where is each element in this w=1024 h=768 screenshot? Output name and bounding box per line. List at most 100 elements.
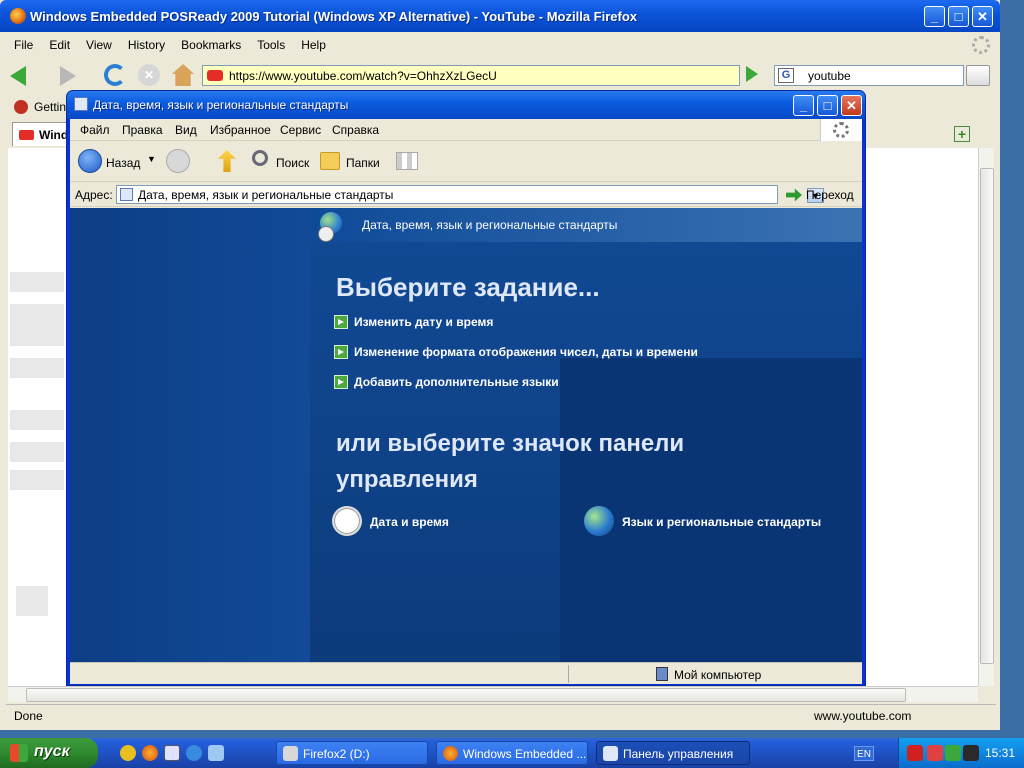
tray-icon[interactable] <box>963 745 979 761</box>
url-text: https://www.youtube.com/watch?v=OhhzXzLG… <box>229 69 497 83</box>
explorer-status-bar: Мой компьютер <box>70 662 862 684</box>
back-icon[interactable] <box>78 149 102 173</box>
menu-tools[interactable]: Tools <box>249 34 293 56</box>
horizontal-scrollbar[interactable] <box>8 686 978 702</box>
firefox-icon[interactable] <box>142 745 158 761</box>
page-graphic <box>10 304 64 346</box>
ie-icon[interactable] <box>186 745 202 761</box>
views-icon[interactable] <box>396 152 418 170</box>
google-icon[interactable]: G <box>778 68 794 83</box>
minimize-icon[interactable]: _ <box>924 6 945 27</box>
folder-up-icon[interactable] <box>218 150 236 172</box>
go-icon[interactable] <box>786 188 802 202</box>
folders-icon[interactable] <box>320 152 340 170</box>
control-panel-icon <box>603 746 618 761</box>
chevron-down-icon[interactable]: ▼ <box>147 154 156 164</box>
arrow-icon <box>334 345 348 359</box>
start-label: пуск <box>34 743 70 760</box>
vertical-scrollbar[interactable] <box>978 148 994 686</box>
antivirus-icon[interactable] <box>907 745 923 761</box>
menu-edit[interactable]: Правка <box>122 123 163 137</box>
folders-button-label[interactable]: Папки <box>346 156 380 170</box>
taskbar-button-label: Firefox2 (D:) <box>303 747 370 761</box>
loading-icon <box>833 122 849 138</box>
page-graphic <box>10 410 64 430</box>
menu-bookmarks[interactable]: Bookmarks <box>173 34 249 56</box>
forward-icon[interactable] <box>60 66 76 86</box>
menu-help[interactable]: Справка <box>332 123 379 137</box>
menu-favorites[interactable]: Избранное <box>210 123 271 137</box>
quicklaunch-icon[interactable] <box>120 745 136 761</box>
scroll-thumb[interactable] <box>980 168 994 664</box>
taskbar-button-firefox2[interactable]: Firefox2 (D:) <box>276 741 428 765</box>
menu-view[interactable]: Вид <box>175 123 197 137</box>
tray-icon[interactable] <box>927 745 943 761</box>
throbber-icon <box>972 36 990 54</box>
taskbar-button-control-panel[interactable]: Панель управления <box>596 741 750 765</box>
new-tab-icon[interactable]: + <box>954 126 970 142</box>
menu-file[interactable]: Файл <box>80 123 110 137</box>
reload-icon[interactable] <box>104 64 126 86</box>
menu-history[interactable]: History <box>120 34 173 56</box>
page-graphic <box>16 586 48 616</box>
close-icon[interactable]: ✕ <box>972 6 993 27</box>
firefox-title-bar[interactable]: Windows Embedded POSReady 2009 Tutorial … <box>0 0 1000 32</box>
back-icon[interactable] <box>10 66 26 86</box>
search-icon[interactable] <box>252 150 268 166</box>
control-panel-title-bar[interactable]: Дата, время, язык и региональные стандар… <box>67 91 865 119</box>
minimize-icon[interactable]: _ <box>793 95 814 116</box>
youtube-favicon-icon <box>207 70 223 81</box>
computer-icon <box>656 667 668 681</box>
taskbar-button-label: Windows Embedded ... <box>463 747 587 761</box>
firefox-status-bar: Done www.youtube.com <box>6 704 996 726</box>
close-icon[interactable]: ✕ <box>841 95 862 116</box>
system-tray: 15:31 <box>898 738 1024 768</box>
windows-logo <box>820 119 862 141</box>
address-bar: Адрес: Дата, время, язык и региональные … <box>70 183 862 207</box>
clock-icon <box>332 506 362 536</box>
menu-view[interactable]: View <box>78 34 120 56</box>
address-value: Дата, время, язык и региональные стандар… <box>138 188 394 202</box>
search-input[interactable]: G youtube <box>774 65 964 86</box>
category-view: Дата, время, язык и региональные стандар… <box>70 208 862 662</box>
scroll-thumb[interactable] <box>26 688 906 702</box>
explorer-menu-bar: Файл Правка Вид Избранное Сервис Справка <box>70 119 862 141</box>
maximize-icon[interactable]: □ <box>817 95 838 116</box>
firefox-window-title: Windows Embedded POSReady 2009 Tutorial … <box>30 9 638 24</box>
clock[interactable]: 15:31 <box>985 746 1015 760</box>
menu-edit[interactable]: Edit <box>41 34 78 56</box>
search-button-label[interactable]: Поиск <box>276 156 309 170</box>
menu-file[interactable]: File <box>6 34 41 56</box>
search-button[interactable] <box>966 65 990 86</box>
go-button-label[interactable]: Переход <box>806 188 854 202</box>
window-title: Дата, время, язык и региональные стандар… <box>93 98 349 112</box>
language-indicator[interactable]: EN <box>854 746 874 761</box>
quicklaunch-icon[interactable] <box>164 745 180 761</box>
home-icon[interactable] <box>172 64 194 86</box>
applet-label: Дата и время <box>370 515 449 529</box>
address-label: Адрес: <box>75 188 113 202</box>
stop-icon[interactable]: ✕ <box>138 64 160 86</box>
maximize-icon[interactable]: □ <box>948 6 969 27</box>
url-bar[interactable]: https://www.youtube.com/watch?v=OhhzXzLG… <box>202 65 740 86</box>
task-label: Изменение формата отображения чисел, дат… <box>354 345 698 359</box>
network-icon[interactable] <box>945 745 961 761</box>
task-label: Добавить дополнительные языки <box>354 375 559 389</box>
tab-label: Wind <box>39 128 69 142</box>
taskbar-button-firefox[interactable]: Windows Embedded ... <box>436 741 588 765</box>
go-icon[interactable] <box>746 66 758 82</box>
address-input[interactable]: Дата, время, язык и региональные стандар… <box>116 185 824 204</box>
page-graphic <box>10 272 64 292</box>
firefox-icon <box>10 8 26 24</box>
status-divider <box>568 665 569 683</box>
back-button-label[interactable]: Назад <box>106 156 140 170</box>
control-panel-icon <box>120 188 133 201</box>
forward-icon[interactable] <box>166 149 190 173</box>
status-domain: www.youtube.com <box>814 709 912 723</box>
youtube-favicon-icon <box>19 130 34 140</box>
menu-help[interactable]: Help <box>293 34 334 56</box>
quicklaunch-icon[interactable] <box>208 745 224 761</box>
menu-tools[interactable]: Сервис <box>280 123 321 137</box>
task-label: Изменить дату и время <box>354 315 494 329</box>
start-button[interactable]: пуск <box>0 738 98 768</box>
